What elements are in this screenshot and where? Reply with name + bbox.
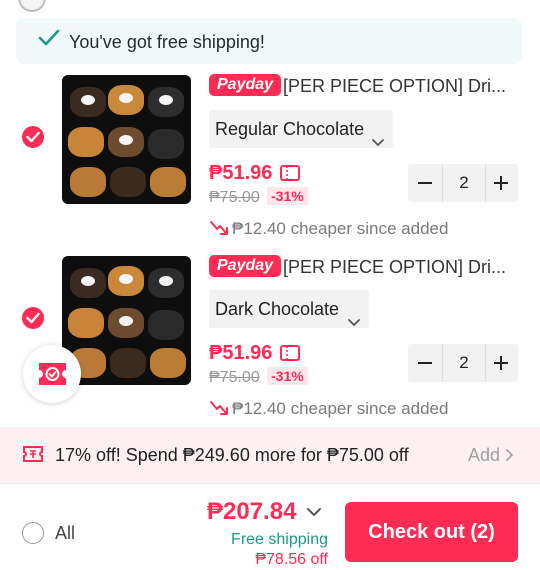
quantity-stepper: 2	[408, 164, 518, 202]
sale-price: ₱51.96	[209, 342, 273, 364]
plus-icon[interactable]	[484, 164, 518, 202]
chevron-down-icon	[371, 123, 385, 161]
product-title[interactable]: [PER PIECE OPTION] Dri...	[283, 76, 515, 97]
variant-label: Regular Chocolate	[215, 119, 365, 139]
store-select-radio[interactable]	[18, 0, 46, 12]
checkout-button[interactable]: Check out (2)	[345, 502, 518, 562]
promo-add-label: Add	[468, 445, 501, 465]
variant-selector[interactable]: Regular Chocolate	[209, 110, 393, 148]
select-all-radio[interactable]	[22, 522, 44, 544]
original-price: ₱75.00	[209, 369, 260, 386]
coupon-icon	[280, 345, 300, 361]
chevron-right-icon	[505, 445, 514, 465]
coupon-icon	[280, 165, 300, 181]
price-drop-icon	[209, 399, 229, 422]
product-image[interactable]	[62, 75, 191, 204]
footer-divider	[0, 483, 540, 484]
minus-icon[interactable]	[408, 164, 442, 202]
variant-label: Dark Chocolate	[215, 299, 340, 319]
floating-voucher-button[interactable]	[23, 345, 81, 403]
coupon-icon	[22, 445, 44, 468]
minus-icon[interactable]	[408, 344, 442, 382]
variant-selector[interactable]: Dark Chocolate	[209, 290, 369, 328]
plus-icon[interactable]	[484, 344, 518, 382]
select-all-label[interactable]: All	[55, 523, 75, 544]
discount-badge: -31%	[267, 187, 308, 205]
payday-badge: Payday	[209, 74, 282, 96]
item-select-checkbox[interactable]	[22, 126, 44, 148]
checkmark-icon	[38, 28, 60, 53]
free-shipping-label: Free shipping	[231, 531, 328, 548]
promo-bar[interactable]: 17% off! Spend ₱249.60 more for ₱75.00 o…	[0, 427, 540, 483]
promo-add-link[interactable]: Add	[468, 445, 514, 466]
quantity-value[interactable]: 2	[442, 164, 486, 202]
product-image[interactable]	[62, 256, 191, 385]
payday-badge: Payday	[209, 255, 282, 277]
free-shipping-banner: You've got free shipping!	[16, 18, 522, 64]
price-drop-text: ₱12.40 cheaper since added	[232, 399, 449, 418]
promo-text: 17% off! Spend ₱249.60 more for ₱75.00 o…	[55, 445, 409, 465]
total-price[interactable]: ₱207.84	[207, 498, 296, 526]
price-drop-icon	[209, 219, 229, 242]
original-price: ₱75.00	[209, 189, 260, 206]
free-shipping-text: You've got free shipping!	[69, 32, 265, 52]
discount-badge: -31%	[267, 367, 308, 385]
savings-label: ₱78.56 off	[255, 551, 328, 568]
sale-price: ₱51.96	[209, 162, 273, 184]
chevron-down-icon	[347, 303, 361, 341]
chevron-down-icon[interactable]	[306, 505, 322, 523]
price-drop-text: ₱12.40 cheaper since added	[232, 219, 449, 238]
voucher-icon	[36, 360, 69, 393]
item-select-checkbox[interactable]	[22, 307, 44, 329]
quantity-stepper: 2	[408, 344, 518, 382]
product-title[interactable]: [PER PIECE OPTION] Dri...	[283, 257, 515, 278]
quantity-value[interactable]: 2	[442, 344, 486, 382]
